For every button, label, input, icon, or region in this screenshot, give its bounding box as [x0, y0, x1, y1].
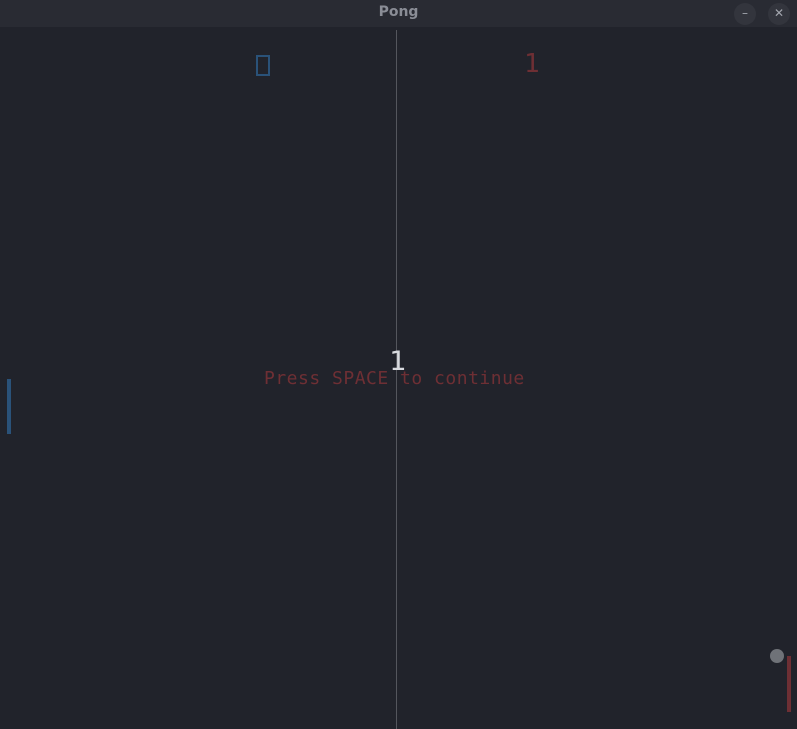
- title-bar[interactable]: Pong – ✕: [0, 0, 797, 27]
- game-field[interactable]: 0 1 1 Press SPACE to continue: [0, 30, 797, 729]
- left-paddle: [7, 379, 11, 434]
- score-left-value: 0: [256, 55, 270, 76]
- close-button[interactable]: ✕: [768, 3, 790, 25]
- score-right: 1: [524, 49, 540, 79]
- pong-window: Pong – ✕ 0 1 1 Press SPACE to continue: [0, 0, 797, 729]
- minimize-button[interactable]: –: [734, 3, 756, 25]
- window-title: Pong: [378, 4, 419, 20]
- continue-prompt: Press SPACE to continue: [264, 368, 525, 389]
- score-left: 0: [250, 47, 270, 84]
- ball: [770, 649, 784, 663]
- right-paddle: [787, 656, 791, 712]
